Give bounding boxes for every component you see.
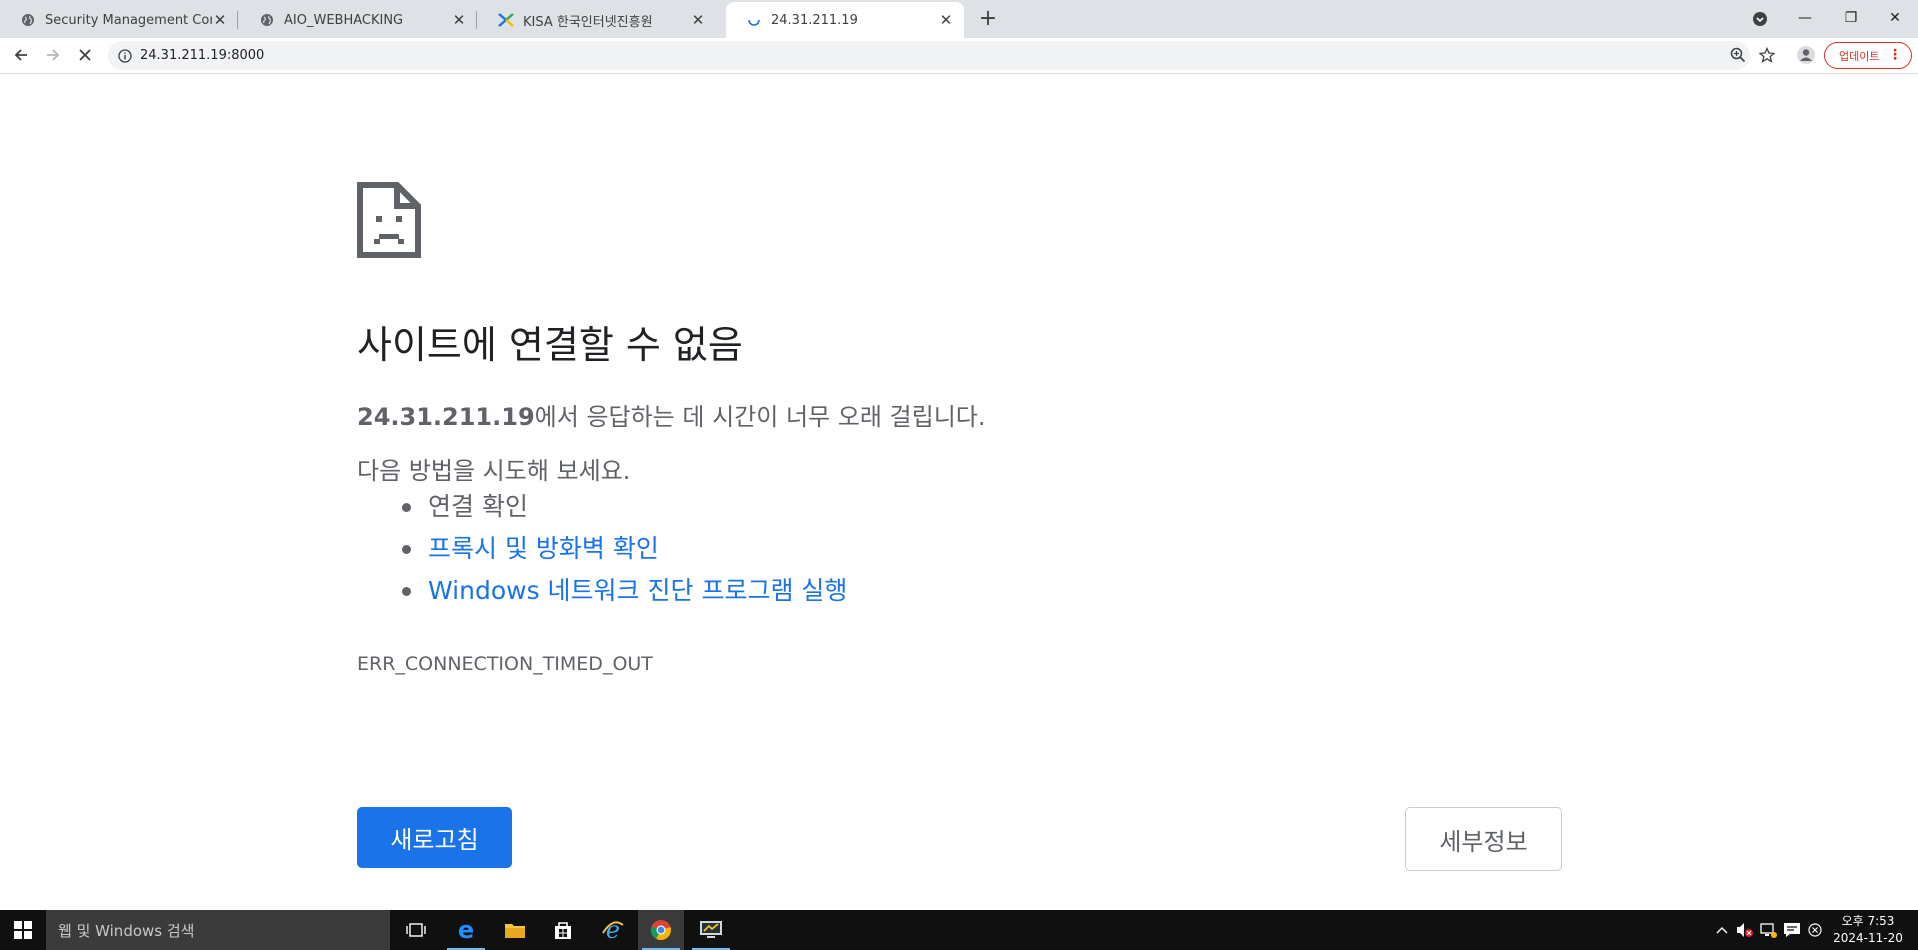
tab-kisa[interactable]: KISA 한국인터넷진흥원 ✕ [478,2,716,38]
error-summary-text: 에서 응답하는 데 시간이 너무 오래 걸립니다. [534,403,986,431]
volume-muted-icon[interactable] [1735,920,1755,940]
taskbar-search-placeholder: 웹 및 Windows 검색 [58,921,195,940]
clock-date: 2024-11-20 [1833,931,1903,945]
error-host: 24.31.211.19 [357,403,535,431]
clock-time: 오후 7:53 [1841,914,1895,928]
task-view-icon[interactable] [393,910,439,950]
tab-title: 24.31.211.19 [771,12,858,28]
suggestions-list: 연결 확인 프록시 및 방화벽 확인 Windows 네트워크 진단 프로그램 … [357,486,847,612]
back-arrow-icon[interactable] [9,43,33,67]
file-explorer-icon[interactable] [492,910,538,950]
notification-status-icon[interactable] [1805,920,1825,940]
loading-spinner-icon [746,12,762,28]
tab-active-24-31-211-19[interactable]: 24.31.211.19 ✕ [726,2,964,38]
suggestion-check-proxy-firewall-link[interactable]: 프록시 및 방화벽 확인 [357,528,847,570]
update-button[interactable]: 업데이트 ⋮ [1824,42,1912,69]
error-page: 사이트에 연결할 수 없음 24.31.211.19에서 응답하는 데 시간이 … [0,74,1918,910]
tab-security-management-console[interactable]: Security Management Console ✕ [0,2,238,38]
stop-loading-icon[interactable] [73,43,97,67]
site-info-icon[interactable] [118,48,132,67]
profile-avatar-icon[interactable] [1794,43,1818,67]
windows-start-icon[interactable] [0,910,46,950]
network-icon[interactable] [1758,920,1778,940]
tab-close-icon[interactable]: ✕ [212,12,228,28]
tab-title: Security Management Console [45,12,212,28]
tab-search-icon[interactable] [1748,7,1772,31]
close-window-button[interactable]: ✕ [1872,4,1918,32]
browser-toolbar: 24.31.211.19:8000 업데이트 ⋮ [0,38,1918,74]
tab-separator [476,11,477,29]
svg-text:e: e [458,919,474,941]
zoom-icon[interactable] [1726,43,1750,67]
error-code: ERR_CONNECTION_TIMED_OUT [357,653,653,675]
tab-separator [237,11,238,29]
chrome-icon[interactable] [638,910,684,950]
new-tab-button[interactable]: + [976,7,1000,31]
try-suggestions-label: 다음 방법을 시도해 보세요. [357,457,631,485]
reload-button[interactable]: 새로고침 [357,807,512,868]
bookmark-star-icon[interactable] [1755,43,1779,67]
tab-close-icon[interactable]: ✕ [451,12,467,28]
store-icon[interactable] [540,910,586,950]
suggestion-check-connection: 연결 확인 [357,486,847,528]
internet-explorer-icon[interactable]: e [590,910,636,950]
tab-strip: Security Management Console ✕ AIO_WEBHAC… [0,0,1918,38]
kisa-logo-icon [498,12,514,28]
edge-icon[interactable]: e [443,910,489,950]
tab-title: AIO_WEBHACKING [284,12,404,28]
windows-taskbar: 웹 및 Windows 검색 e e 오후 7:53 2024-11-20 [0,910,1918,950]
taskbar-clock[interactable]: 오후 7:53 2024-11-20 [1830,913,1906,947]
remote-desktop-icon[interactable] [688,910,734,950]
menu-dots-icon[interactable]: ⋮ [1888,46,1902,64]
taskbar-search-box[interactable]: 웹 및 Windows 검색 [46,910,390,950]
tab-close-icon[interactable]: ✕ [938,12,954,28]
address-bar[interactable]: 24.31.211.19:8000 [108,41,1750,70]
action-center-icon[interactable] [1782,920,1802,940]
globe-icon [259,12,275,28]
globe-icon [20,12,36,28]
suggestion-run-network-diagnostics-link[interactable]: Windows 네트워크 진단 프로그램 실행 [357,570,847,612]
tab-title: KISA 한국인터넷진흥원 [523,14,653,30]
tray-overflow-chevron-icon[interactable] [1712,920,1732,940]
error-heading: 사이트에 연결할 수 없음 [357,323,743,367]
tab-close-icon[interactable]: ✕ [690,12,706,28]
details-button[interactable]: 세부정보 [1405,807,1562,871]
minimize-button[interactable]: — [1782,4,1828,32]
update-label: 업데이트 [1839,49,1880,63]
restore-button[interactable]: ❐ [1828,4,1874,32]
sad-page-icon [357,182,421,262]
forward-arrow-icon[interactable] [41,43,65,67]
tab-aio-webhacking[interactable]: AIO_WEBHACKING ✕ [239,2,477,38]
url-text[interactable]: 24.31.211.19:8000 [140,41,264,70]
error-summary: 24.31.211.19에서 응답하는 데 시간이 너무 오래 걸립니다. [357,397,986,432]
